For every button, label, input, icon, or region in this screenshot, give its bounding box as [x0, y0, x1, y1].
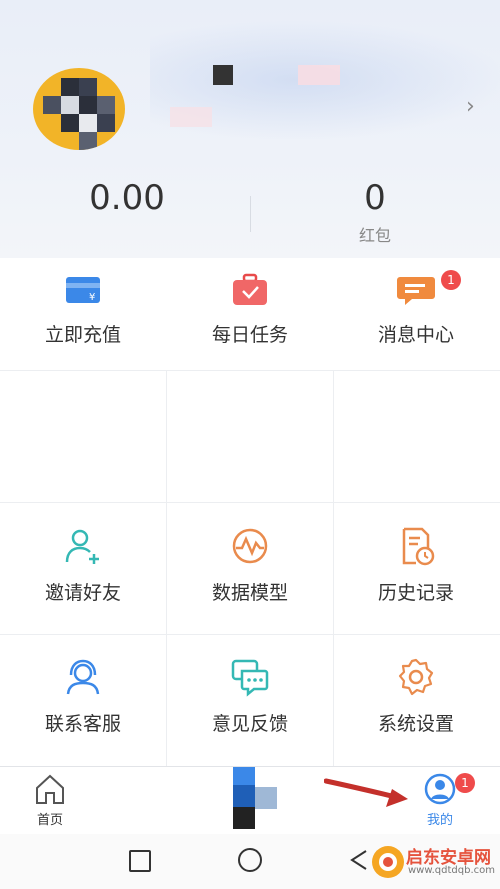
- balance-value[interactable]: 0.00: [72, 178, 182, 218]
- task-bag-icon: [233, 273, 267, 305]
- tab-home[interactable]: 首页: [30, 773, 70, 828]
- home-icon: [36, 774, 64, 804]
- home-nav-icon[interactable]: [238, 848, 262, 872]
- feedback-button[interactable]: 意见反馈: [167, 657, 333, 736]
- history-button[interactable]: 历史记录: [333, 526, 499, 605]
- watermark-url: www.qdtdqb.com: [408, 865, 495, 876]
- system-nav-bar: 启东安卓网 www.qdtdqb.com: [0, 834, 500, 889]
- customer-service-button[interactable]: 联系客服: [0, 657, 166, 736]
- recharge-card-icon: ¥: [66, 277, 100, 303]
- username-pixelated: [213, 65, 233, 85]
- history-icon: [402, 527, 435, 566]
- red-packet-label: 红包: [358, 226, 391, 245]
- settings-label: 系统设置: [377, 713, 454, 735]
- history-label: 历史记录: [377, 582, 454, 604]
- tab-mine-label: 我的: [426, 813, 453, 828]
- stat-divider: [250, 196, 251, 232]
- bottom-tab-bar: 首页 我的 1: [0, 766, 500, 835]
- svg-text:¥: ¥: [89, 292, 95, 303]
- message-badge: 1: [441, 270, 461, 290]
- grid-divider: [0, 502, 500, 503]
- settings-icon: [398, 658, 434, 696]
- invite-friend-label: 邀请好友: [44, 582, 121, 604]
- data-model-label: 数据模型: [211, 582, 288, 604]
- mine-badge: 1: [455, 773, 475, 793]
- settings-button[interactable]: 系统设置: [333, 657, 499, 736]
- data-model-button[interactable]: 数据模型: [167, 526, 333, 605]
- invite-friend-icon: [65, 529, 99, 564]
- customer-service-label: 联系客服: [44, 713, 121, 735]
- daily-task-button[interactable]: 每日任务: [167, 272, 333, 347]
- watermark-badge-icon: [372, 846, 404, 878]
- back-icon[interactable]: [348, 848, 370, 872]
- profile-icon: [424, 773, 456, 805]
- recents-icon[interactable]: [129, 850, 151, 872]
- username-blur: [298, 65, 340, 85]
- arrow-annotation: [324, 778, 408, 807]
- customer-service-icon: [66, 659, 100, 695]
- center-logo[interactable]: [233, 767, 277, 831]
- feedback-icon: [231, 659, 269, 697]
- feedback-label: 意见反馈: [211, 713, 288, 735]
- invite-friend-button[interactable]: 邀请好友: [0, 526, 166, 605]
- avatar[interactable]: [33, 68, 125, 150]
- daily-task-label: 每日任务: [211, 324, 288, 346]
- message-center-button[interactable]: 消息中心: [333, 272, 499, 347]
- message-center-label: 消息中心: [377, 324, 454, 346]
- recharge-button[interactable]: ¥ 立即充值: [0, 272, 166, 347]
- watermark-logo: 启东安卓网 www.qdtdqb.com: [370, 842, 498, 884]
- red-packet-count[interactable]: 0: [345, 178, 405, 218]
- tab-home-label: 首页: [36, 813, 63, 828]
- chevron-right-icon[interactable]: ›: [466, 94, 475, 119]
- user-id-blur: [170, 107, 212, 127]
- grid-divider: [0, 634, 500, 635]
- message-icon: [397, 277, 435, 305]
- recharge-label: 立即充值: [44, 324, 121, 346]
- data-model-icon: [232, 528, 268, 564]
